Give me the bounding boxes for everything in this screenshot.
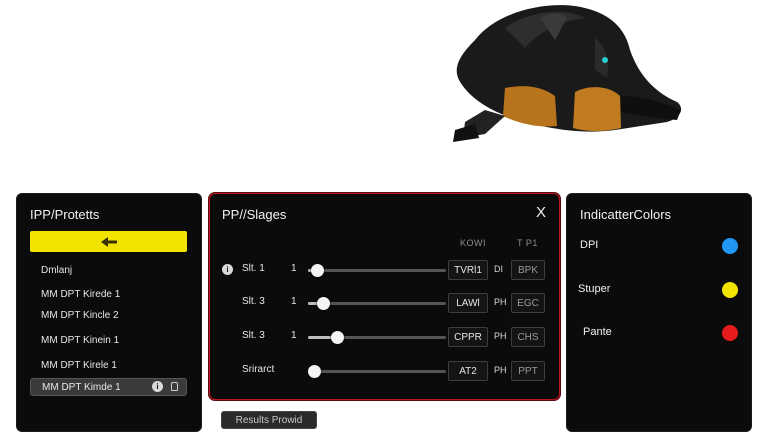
profile-item-label: MM DPT Kincle 2 xyxy=(41,309,119,321)
stage-unit: PH xyxy=(494,297,507,307)
stage-slider[interactable] xyxy=(308,365,446,378)
color-label: Pante xyxy=(583,326,612,338)
profile-item[interactable]: MM DPT Kincle 2 xyxy=(30,306,187,324)
gaming-mouse-image xyxy=(453,5,682,142)
stage-unit: DI xyxy=(494,264,503,274)
results-button[interactable]: Results Prowid xyxy=(221,411,317,429)
indicator-colors-panel: IndicatterColors DPI Stuper Pante xyxy=(566,193,752,432)
stage-value2-field[interactable]: BPK xyxy=(511,260,545,280)
slider-knob[interactable] xyxy=(308,365,321,378)
stage-slider[interactable] xyxy=(308,264,446,277)
profile-item-label: MM DPT Kirede 1 xyxy=(41,288,121,300)
stage-number: 1 xyxy=(291,263,297,274)
stage-value2-field[interactable]: PPT xyxy=(511,361,545,381)
profile-item-label: MM DPT Kimde 1 xyxy=(42,381,121,393)
back-button[interactable] xyxy=(30,231,187,252)
stage-unit: PH xyxy=(494,365,507,375)
stage-number: 1 xyxy=(291,330,297,341)
stage-row: Srirarct AT2 PH PPT xyxy=(222,361,552,381)
color-swatch[interactable] xyxy=(722,325,738,341)
profile-item-label: Dmlanj xyxy=(41,264,73,276)
profile-item[interactable]: MM DPT Kirede 1 xyxy=(30,285,187,303)
stage-value2-field[interactable]: CHS xyxy=(511,327,545,347)
stage-row: Slt. 3 1 CPPR PH CHS xyxy=(222,327,552,347)
color-row-dpi: DPI xyxy=(567,237,751,255)
slider-knob[interactable] xyxy=(310,264,324,277)
profiles-panel: IPP/Protetts Dmlanj MM DPT Kirede 1 MM D… xyxy=(16,193,202,432)
info-icon[interactable]: i xyxy=(222,264,233,275)
stage-value2-field[interactable]: EGC xyxy=(511,293,545,313)
stage-label: Slt. 3 xyxy=(242,330,265,341)
stage-value-field[interactable]: TVRl1 xyxy=(448,260,488,280)
stage-label: Slt. 1 xyxy=(242,263,265,274)
profile-item-selected[interactable]: MM DPT Kimde 1 i xyxy=(30,378,187,396)
profile-item[interactable]: Dmlanj xyxy=(30,261,187,279)
stage-row: i Slt. 1 1 TVRl1 DI BPK xyxy=(222,260,552,280)
close-button[interactable]: X xyxy=(536,204,546,221)
color-label: DPI xyxy=(580,239,599,251)
stage-slider[interactable] xyxy=(308,297,446,310)
stages-panel: PP//Slages X KOWI T P1 i Slt. 1 1 TVRl1 … xyxy=(209,193,560,400)
profile-item-label: MM DPT Kirele 1 xyxy=(41,359,117,371)
stage-label: Srirarct xyxy=(242,364,275,375)
stage-slider[interactable] xyxy=(308,331,446,344)
stage-value-field[interactable]: AT2 xyxy=(448,361,488,381)
stage-unit: PH xyxy=(494,331,507,341)
profiles-panel-title: IPP/Protetts xyxy=(30,207,100,222)
slider-knob[interactable] xyxy=(316,297,330,310)
color-label: Stuper xyxy=(578,283,611,295)
column-header: T P1 xyxy=(517,238,538,248)
stage-row: Slt. 3 1 LAWl PH EGC xyxy=(222,293,552,313)
stages-panel-title: PP//Slages xyxy=(222,207,287,222)
slider-knob[interactable] xyxy=(330,331,344,344)
stage-label: Slt. 3 xyxy=(242,296,265,307)
color-swatch[interactable] xyxy=(722,238,738,254)
stage-number: 1 xyxy=(291,296,297,307)
color-swatch[interactable] xyxy=(722,282,738,298)
info-icon[interactable]: i xyxy=(152,381,163,392)
stage-value-field[interactable]: LAWl xyxy=(448,293,488,313)
lock-icon[interactable] xyxy=(171,382,178,391)
profile-item[interactable]: MM DPT Kirele 1 xyxy=(30,356,187,374)
stage-value-field[interactable]: CPPR xyxy=(448,327,488,347)
color-row-pante: Pante xyxy=(567,324,751,342)
column-header: KOWI xyxy=(460,238,486,248)
arrow-left-icon xyxy=(100,236,117,247)
profile-item-label: MM DPT Kinein 1 xyxy=(41,334,120,346)
color-row-stuper: Stuper xyxy=(567,281,751,299)
profile-item[interactable]: MM DPT Kinein 1 xyxy=(30,331,187,349)
indicator-colors-title: IndicatterColors xyxy=(580,207,672,222)
